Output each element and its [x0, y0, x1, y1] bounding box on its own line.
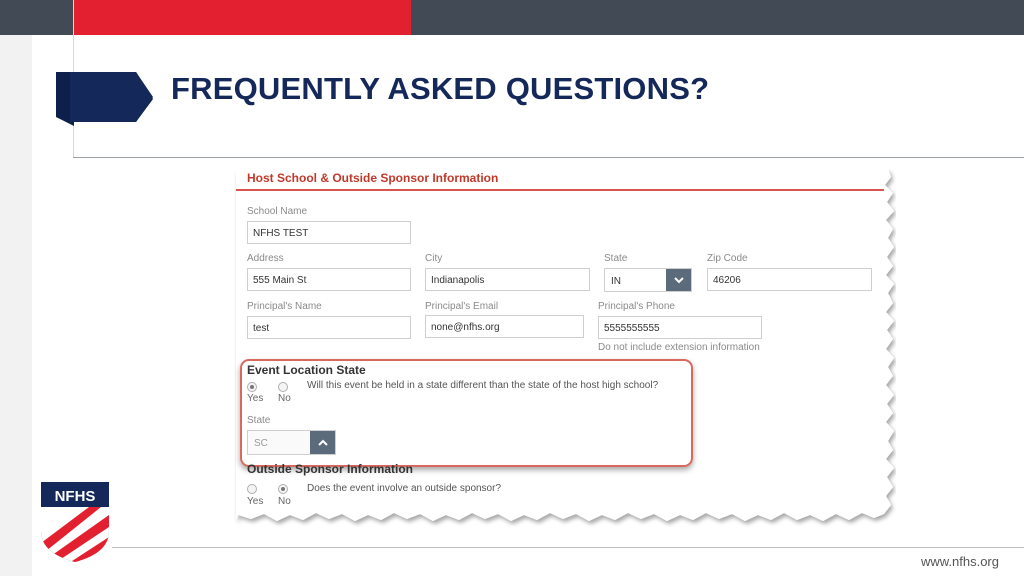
section-title: Host School & Outside Sponsor Informatio…	[247, 171, 499, 185]
state-label: State	[604, 253, 628, 264]
host-school-form: Host School & Outside Sponsor Informatio…	[234, 169, 884, 529]
zip-input[interactable]: 46206	[707, 268, 872, 291]
title-arrow-icon	[56, 72, 153, 126]
highlight-callout	[240, 359, 693, 467]
outside-sponsor-question: Does the event involve an outside sponso…	[307, 483, 502, 494]
outside-sponsor-yes-radio[interactable]	[247, 484, 257, 494]
title-divider	[73, 157, 1024, 158]
outside-sponsor-heading: Outside Sponsor Information	[247, 462, 414, 476]
nfhs-logo: NFHS	[41, 482, 109, 562]
outside-sponsor-no-radio[interactable]	[278, 484, 288, 494]
principal-name-input[interactable]: test	[247, 316, 411, 339]
page-title: FREQUENTLY ASKED QUESTIONS?	[171, 71, 710, 106]
left-strip	[0, 35, 32, 576]
outside-sponsor-no-label: No	[278, 496, 291, 507]
state-select[interactable]: IN	[604, 268, 692, 292]
chevron-down-icon[interactable]	[666, 269, 691, 291]
footer-divider	[112, 547, 1024, 548]
principal-phone-input[interactable]: 5555555555	[598, 316, 762, 339]
zip-label: Zip Code	[707, 253, 748, 264]
footer-url: www.nfhs.org	[920, 554, 999, 569]
logo-text: NFHS	[55, 488, 96, 505]
principal-name-label: Principal's Name	[247, 301, 322, 312]
section-divider	[236, 189, 884, 191]
principal-phone-label: Principal's Phone	[598, 301, 675, 312]
principal-email-input[interactable]: none@nfhs.org	[425, 315, 584, 338]
school-name-input[interactable]: NFHS TEST	[247, 221, 411, 244]
principal-email-label: Principal's Email	[425, 301, 499, 312]
city-input[interactable]: Indianapolis	[425, 268, 590, 291]
form-screenshot: Host School & Outside Sponsor Informatio…	[234, 169, 896, 536]
outside-sponsor-yes-label: Yes	[247, 496, 264, 507]
top-bar-accent	[74, 0, 411, 35]
phone-hint: Do not include extension information	[598, 342, 760, 353]
school-name-label: School Name	[247, 206, 308, 217]
city-label: City	[425, 253, 443, 264]
state-select-value: IN	[611, 276, 621, 287]
address-label: Address	[247, 253, 284, 264]
address-input[interactable]: 555 Main St	[247, 268, 411, 291]
